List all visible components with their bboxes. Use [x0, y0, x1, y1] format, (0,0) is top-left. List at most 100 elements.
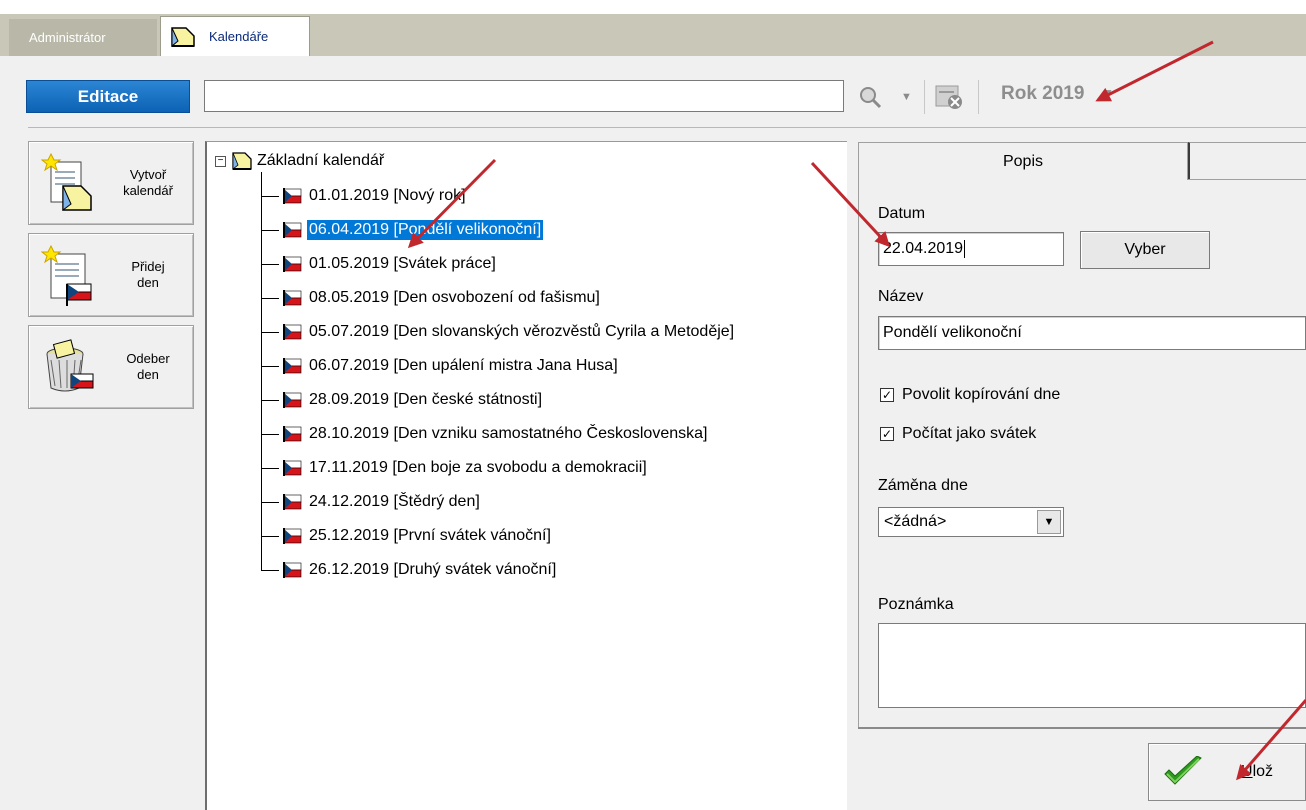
count-holiday-checkbox[interactable]: ✓: [880, 427, 894, 441]
collapse-icon[interactable]: −: [215, 155, 226, 167]
toolbar-separator: [924, 80, 925, 114]
text-cursor: [964, 240, 966, 258]
allow-copy-label: Povolit kopírování dne: [902, 386, 1061, 403]
tab-administrator-label: Administrátor: [29, 30, 106, 45]
tree-connector: [261, 433, 279, 435]
tab-popis-label: Popis: [1002, 152, 1044, 170]
calendar-icon: [171, 26, 195, 47]
add-day-icon: [41, 244, 92, 306]
tree-connector: [261, 195, 279, 197]
trash-bin-icon: [46, 339, 94, 392]
toolbar-divider: [28, 127, 1306, 128]
tree-item[interactable]: 17.11.2019 [Den boje za svobodu a demokr…: [261, 455, 649, 481]
czech-flag-icon: [283, 528, 302, 544]
create-calendar-label: Vytvoř kalendář: [123, 167, 173, 198]
tree-connector: [261, 467, 279, 469]
tree-item-label: 06.07.2019 [Den upálení mistra Jana Husa…: [309, 357, 618, 374]
allow-copy-checkbox[interactable]: ✓: [880, 388, 894, 402]
checkmark-icon: [1164, 756, 1202, 785]
pick-date-button[interactable]: Vyber: [1080, 231, 1210, 269]
date-value: 22.04.2019: [883, 240, 964, 257]
chevron-down-icon[interactable]: ▼: [1037, 510, 1061, 534]
tab-popis[interactable]: Popis: [858, 142, 1188, 180]
add-day-label: Přidej den: [131, 259, 165, 290]
tree-item[interactable]: 25.12.2019 [První svátek vánoční]: [261, 523, 553, 549]
calendar-icon: [232, 152, 252, 170]
tree-item[interactable]: 06.04.2019 [Pondělí velikonoční]: [261, 217, 544, 243]
tab-secondary[interactable]: [1188, 142, 1306, 180]
toolbar-separator: [978, 80, 979, 114]
czech-flag-icon: [283, 256, 302, 272]
year-selector[interactable]: Rok 2019: [1001, 83, 1084, 105]
czech-flag-icon: [283, 324, 302, 340]
tree-item-label: 06.04.2019 [Pondělí velikonoční]: [307, 220, 544, 240]
tree-item[interactable]: 28.09.2019 [Den české státnosti]: [261, 387, 544, 413]
tree-item[interactable]: 05.07.2019 [Den slovanských věrozvěstů C…: [261, 319, 736, 345]
czech-flag-icon: [283, 188, 302, 204]
czech-flag-icon: [283, 290, 302, 306]
tab-administrator[interactable]: Administrátor: [9, 19, 157, 56]
name-field[interactable]: Pondělí velikonoční: [878, 316, 1306, 350]
save-label-rest: lož: [1252, 763, 1274, 780]
save-button[interactable]: Ulož: [1148, 743, 1306, 801]
tree-connector: [261, 263, 279, 265]
add-day-button[interactable]: Přidej den: [28, 233, 194, 317]
edit-button[interactable]: Editace: [26, 80, 190, 113]
tree-connector: [261, 331, 279, 333]
tab-bar-top-strip: [0, 0, 1306, 14]
tree-item[interactable]: 01.05.2019 [Svátek práce]: [261, 251, 498, 277]
year-selector-label: Rok 2019: [1001, 83, 1085, 104]
swap-day-select[interactable]: <žádná> ▼: [878, 507, 1064, 537]
search-input[interactable]: [204, 80, 844, 112]
clear-filter-icon[interactable]: [934, 82, 964, 112]
tree-connector: [261, 535, 279, 537]
name-label: Název: [878, 288, 924, 305]
calendar-tree[interactable]: − Základní kalendář 01.01.2019 [Nový rok…: [205, 141, 847, 810]
tab-calendars[interactable]: Kalendáře: [160, 16, 310, 56]
edit-button-label: Editace: [77, 86, 139, 106]
tree-item-label: 25.12.2019 [První svátek vánoční]: [309, 527, 551, 544]
pick-date-label: Vyber: [1124, 241, 1166, 258]
create-calendar-button[interactable]: Vytvoř kalendář: [28, 141, 194, 225]
tree-item-label: 28.10.2019 [Den vzniku samostatného Česk…: [309, 425, 708, 442]
new-calendar-icon: [41, 152, 92, 211]
tree-connector: [261, 297, 279, 299]
count-holiday-row[interactable]: ✓ Počítat jako svátek: [880, 425, 1036, 443]
tree-connector: [261, 501, 279, 503]
tree-item[interactable]: 06.07.2019 [Den upálení mistra Jana Husa…: [261, 353, 620, 379]
tree-item[interactable]: 28.10.2019 [Den vzniku samostatného Česk…: [261, 421, 709, 447]
tree-root-label: Základní kalendář: [257, 152, 385, 169]
tree-item[interactable]: 08.05.2019 [Den osvobození od fašismu]: [261, 285, 602, 311]
tree-item-label: 05.07.2019 [Den slovanských věrozvěstů C…: [309, 323, 735, 340]
czech-flag-icon: [283, 222, 302, 238]
tree-item[interactable]: 26.12.2019 [Druhý svátek vánoční]: [261, 557, 558, 583]
date-field[interactable]: 22.04.2019: [878, 232, 1064, 266]
search-icon[interactable]: [858, 82, 882, 112]
date-label: Datum: [878, 205, 926, 222]
czech-flag-icon: [283, 494, 302, 510]
tab-calendars-label: Kalendáře: [209, 29, 269, 44]
czech-flag-icon: [283, 392, 302, 408]
save-label-mnemonic: U: [1241, 763, 1253, 780]
czech-flag-icon: [283, 460, 302, 476]
remove-day-button[interactable]: Odeber den: [28, 325, 194, 409]
tree-item-label: 01.05.2019 [Svátek práce]: [309, 255, 496, 272]
czech-flag-icon: [283, 562, 302, 578]
tree-root-node[interactable]: − Základní kalendář: [215, 150, 384, 172]
tree-item-label: 01.01.2019 [Nový rok]: [309, 187, 466, 204]
czech-flag-icon: [283, 358, 302, 374]
tree-connector: [261, 569, 279, 571]
note-label: Poznámka: [878, 596, 954, 613]
search-dropdown-chevron-icon[interactable]: ▼: [901, 82, 912, 112]
tree-item[interactable]: 24.12.2019 [Štědrý den]: [261, 489, 482, 515]
swap-day-value: <žádná>: [884, 513, 947, 530]
name-value: Pondělí velikonoční: [883, 324, 1022, 341]
allow-copy-row[interactable]: ✓ Povolit kopírování dne: [880, 386, 1060, 404]
tab-bar: Administrátor Kalendáře: [0, 0, 1306, 56]
year-dropdown-chevron-icon[interactable]: ▼: [1102, 86, 1114, 100]
note-textarea[interactable]: [878, 623, 1306, 708]
tree-connector: [261, 365, 279, 367]
tree-item-label: 24.12.2019 [Štědrý den]: [309, 493, 480, 510]
tree-item[interactable]: 01.01.2019 [Nový rok]: [261, 183, 468, 209]
tree-item-label: 28.09.2019 [Den české státnosti]: [309, 391, 543, 408]
